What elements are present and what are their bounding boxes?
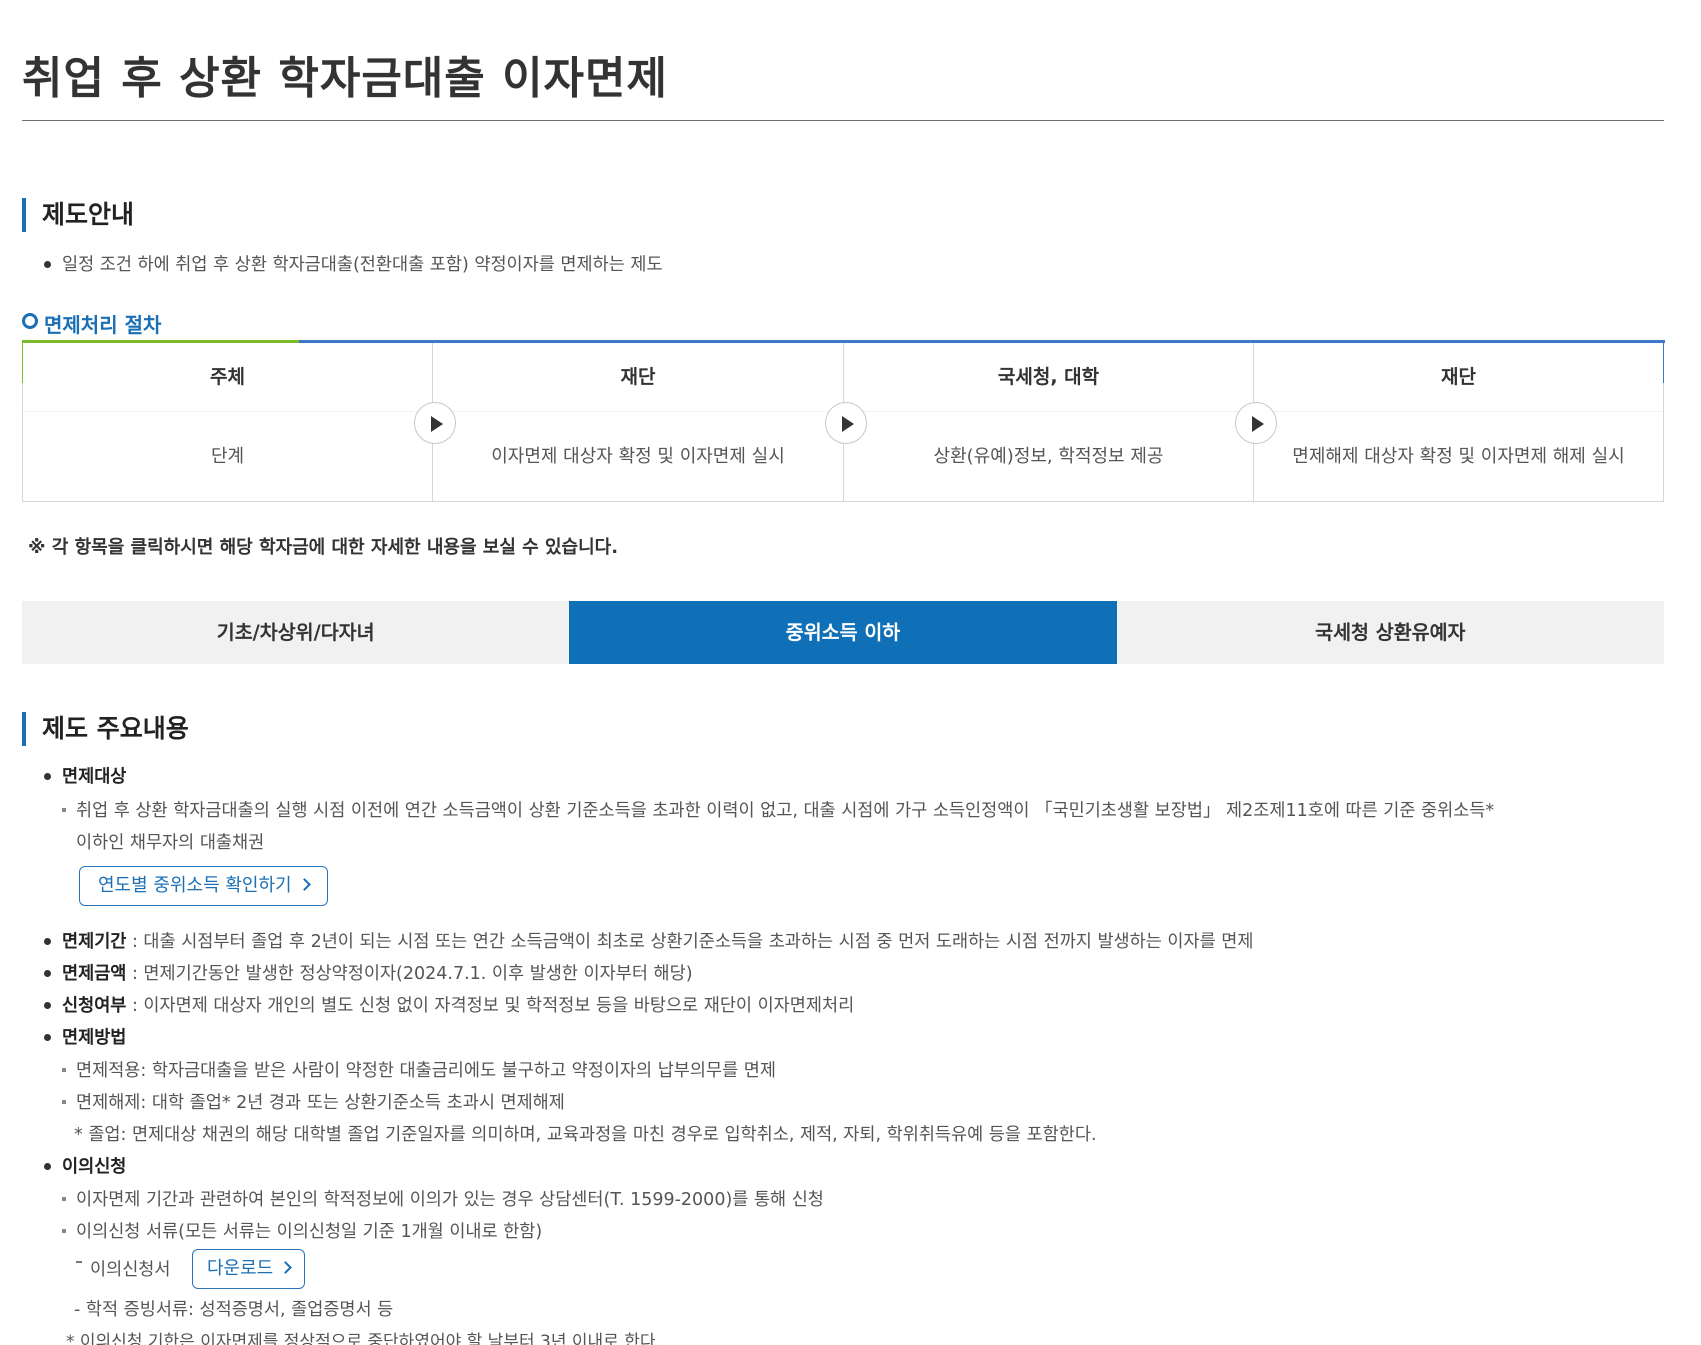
method-release: 면제해제: 대학 졸업* 2년 경과 또는 상환기준소득 초과시 면제해제 (62, 1089, 565, 1114)
loan-type-tabs: 기초/차상위/다자녀 중위소득 이하 국세청 상환유예자 (22, 601, 1664, 664)
process-column-actor: 주체 단계 (23, 343, 433, 501)
process-column-head: 재단 (1254, 343, 1663, 411)
period-text: : 대출 시점부터 졸업 후 2년이 되는 시점 또는 연간 소득금액이 최초로… (126, 932, 1254, 952)
tab-median-income[interactable]: 중위소득 이하 (569, 601, 1117, 664)
objection-label: 이의신청 (62, 1157, 127, 1177)
objection-line-2: 이의신청 서류(모든 서류는 이의신청일 기준 1개월 이내로 한함) (62, 1218, 542, 1243)
page-title: 취업 후 상환 학자금대출 이자면제 (22, 53, 668, 104)
process-column-body: 면제해제 대상자 확정 및 이자면제 해제 실시 (1254, 411, 1663, 501)
objection-docs: - 학적 증빙서류: 성적증명서, 졸업증명서 등 (74, 1300, 394, 1320)
download-button-label: 다운로드 (207, 1258, 274, 1279)
process-column-head: 국세청, 대학 (844, 343, 1253, 411)
play-arrow-icon (1235, 402, 1277, 444)
median-income-button-label: 연도별 중위소득 확인하기 (98, 875, 292, 896)
amount-text: : 면제기간동안 발생한 정상약정이자(2024.7.1. 이후 발생한 이자부… (126, 964, 693, 984)
title-divider (22, 120, 1664, 121)
target-line-1: 취업 후 상환 학자금대출의 실행 시점 이전에 연간 소득금액이 상환 기준소… (62, 797, 1494, 822)
section-heading-main: 제도 주요내용 (22, 712, 189, 746)
process-column-head: 주체 (23, 343, 432, 411)
target-line-2: 이하인 채무자의 대출채권 (76, 833, 265, 853)
tab-nts-deferment[interactable]: 국세청 상환유예자 (1116, 601, 1664, 664)
process-column-body: 이자면제 대상자 확정 및 이자면제 실시 (433, 411, 843, 501)
target-label-text: 면제대상 (62, 767, 127, 787)
process-column-head: 재단 (433, 343, 843, 411)
amount-row: 면제금액 : 면제기간동안 발생한 정상약정이자(2024.7.1. 이후 발생… (44, 960, 693, 985)
process-column-body: 단계 (23, 411, 432, 501)
method-label: 면제방법 (62, 1028, 127, 1048)
page: 취업 후 상환 학자금대출 이자면제 제도안내 일정 조건 하에 취업 후 상환… (0, 0, 1701, 1345)
process-column-body: 상환(유예)정보, 학적정보 제공 (844, 411, 1253, 501)
play-arrow-icon (414, 402, 456, 444)
objection-form-label: 이의신청서 (90, 1260, 171, 1280)
tab-basic-second-multichild[interactable]: 기초/차상위/다자녀 (22, 601, 570, 664)
objection-row: 이의신청 (44, 1153, 126, 1178)
amount-label: 면제금액 (62, 964, 127, 984)
method-row: 면제방법 (44, 1024, 126, 1049)
section-heading-intro: 제도안내 (22, 198, 134, 232)
download-button[interactable]: 다운로드 (192, 1249, 306, 1289)
intro-description: 일정 조건 하에 취업 후 상환 학자금대출(전환대출 포함) 약정이자를 면제… (44, 251, 663, 276)
method-note: * 졸업: 면제대상 채권의 해당 대학별 졸업 기준일자를 의미하며, 교육과… (74, 1125, 1097, 1145)
process-title: 면제처리 절차 (22, 309, 161, 338)
process-column-nts-university: 국세청, 대학 상환(유예)정보, 학적정보 제공 (844, 343, 1254, 501)
play-arrow-icon (825, 402, 867, 444)
objection-deadline: * 이의신청 기한은 이자면제를 정상적으로 중단하였어야 할 날부터 3년 이… (66, 1332, 661, 1345)
apply-row: 신청여부 : 이자면제 대상자 개인의 별도 신청 없이 자격정보 및 학적정보… (44, 992, 854, 1017)
dash-mark (76, 1261, 82, 1263)
period-label: 면제기간 (62, 932, 127, 952)
objection-line-1: 이자면제 기간과 관련하여 본인의 학적정보에 이의가 있는 경우 상담센터(T… (62, 1186, 824, 1211)
chevron-right-icon (279, 1261, 293, 1274)
notice-text: ※ 각 항목을 클릭하시면 해당 학자금에 대한 자세한 내용을 보실 수 있습… (28, 537, 619, 558)
median-income-button[interactable]: 연도별 중위소득 확인하기 (79, 866, 328, 906)
chevron-right-icon (297, 878, 311, 891)
apply-text: : 이자면제 대상자 개인의 별도 신청 없이 자격정보 및 학적정보 등을 바… (126, 996, 855, 1016)
process-column-foundation-release: 재단 면제해제 대상자 확정 및 이자면제 해제 실시 (1254, 343, 1663, 501)
target-label: 면제대상 (44, 763, 126, 788)
period-row: 면제기간 : 대출 시점부터 졸업 후 2년이 되는 시점 또는 연간 소득금액… (44, 928, 1253, 953)
process-column-foundation: 재단 이자면제 대상자 확정 및 이자면제 실시 (433, 343, 844, 501)
apply-label: 신청여부 (62, 996, 127, 1016)
method-apply: 면제적용: 학자금대출을 받은 사람이 약정한 대출금리에도 불구하고 약정이자… (62, 1057, 776, 1082)
